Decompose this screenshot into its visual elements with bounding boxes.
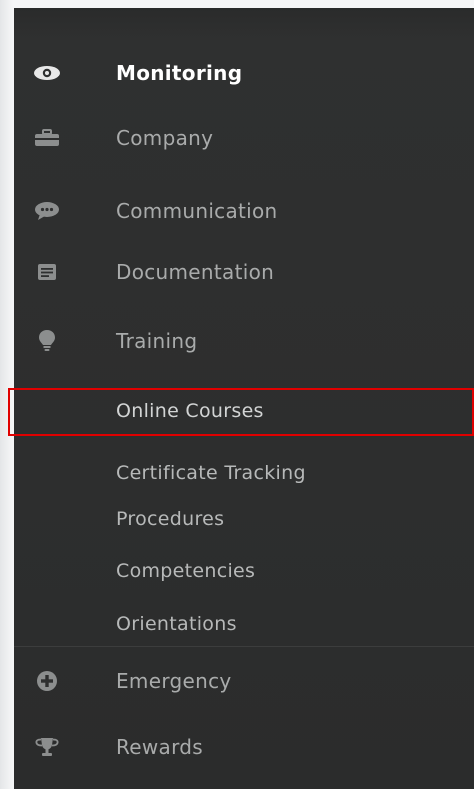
chat-bubble-icon	[32, 199, 62, 223]
document-icon	[32, 260, 62, 284]
sidebar-item-label: Emergency	[116, 669, 232, 693]
lightbulb-icon	[32, 329, 62, 353]
briefcase-icon	[32, 126, 62, 150]
sidebar-item-training[interactable]: Training	[14, 317, 474, 365]
sidebar-item-company[interactable]: Company	[14, 114, 474, 162]
sidebar-item-documentation[interactable]: Documentation	[14, 248, 474, 296]
sidebar-item-label: Rewards	[116, 735, 204, 759]
sidebar-top-shade	[14, 8, 474, 38]
sidebar-item-label: Company	[116, 126, 214, 150]
sidebar-item-label: Communication	[116, 199, 278, 223]
eye-icon	[32, 61, 62, 85]
sidebar-item-label: Monitoring	[116, 61, 243, 85]
submenu-item-competencies[interactable]: Competencies	[14, 549, 474, 593]
submenu-item-label: Certificate Tracking	[116, 462, 306, 484]
sidebar-item-rewards[interactable]: Rewards	[14, 723, 474, 771]
plus-circle-icon	[32, 669, 62, 693]
submenu-item-label: Procedures	[116, 508, 225, 530]
sidebar-item-label: Documentation	[116, 260, 275, 284]
submenu-divider	[14, 646, 474, 647]
sidebar-item-monitoring[interactable]: Monitoring	[14, 49, 474, 97]
sidebar-nav: Monitoring Company Communication Documen…	[8, 8, 474, 789]
submenu-item-online-courses[interactable]: Online Courses	[8, 388, 474, 436]
submenu-item-orientations[interactable]: Orientations	[14, 602, 474, 646]
submenu-item-procedures[interactable]: Procedures	[14, 497, 474, 541]
sidebar-item-communication[interactable]: Communication	[14, 187, 474, 235]
trophy-icon	[32, 735, 62, 759]
submenu-item-label: Orientations	[116, 613, 237, 635]
sidebar-item-emergency[interactable]: Emergency	[14, 657, 474, 705]
submenu-item-certificate-tracking[interactable]: Certificate Tracking	[14, 451, 474, 495]
submenu-item-label: Competencies	[116, 560, 256, 582]
sidebar-item-label: Training	[116, 329, 198, 353]
submenu-item-label: Online Courses	[116, 400, 264, 422]
